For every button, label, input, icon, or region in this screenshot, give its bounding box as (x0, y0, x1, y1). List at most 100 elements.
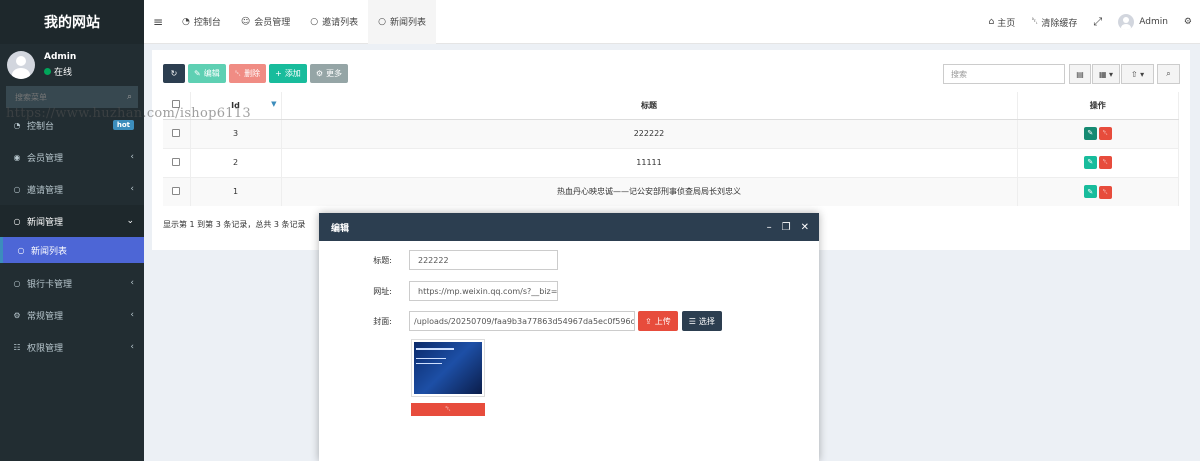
watermark-text: https://www.huzhan.com/ishop6113 (6, 106, 251, 121)
edit-button[interactable]: ✎ 编辑 (188, 64, 226, 83)
sidebar-item-news[interactable]: ○ 新闻管理 ⌄ (0, 205, 144, 237)
sidebar-search-input[interactable] (15, 92, 105, 102)
top-navbar: ≡ ◔ 控制台 ☺ 会员管理 ○ 邀请列表 ○ 新闻列表 ⌂ 主页 ␡ 清除缓存 ⤢ Adm… (144, 0, 1200, 44)
maximize-icon[interactable]: ❐ (782, 222, 791, 233)
refresh-button[interactable]: ↻ (163, 64, 185, 83)
sidebar-item-bank-cards[interactable]: ○ 银行卡管理 ‹ (0, 267, 144, 299)
clear-cache-button[interactable]: ␡ 清除缓存 (1023, 16, 1085, 29)
tab-members[interactable]: ☺ 会员管理 (231, 0, 300, 44)
dashboard-icon: ◔ (13, 120, 21, 130)
row-edit-icon[interactable]: ✎ (1083, 185, 1097, 198)
settings-icon[interactable]: ⚙ (1176, 17, 1200, 27)
delete-button[interactable]: ␡ 删除 (228, 64, 267, 83)
sidebar-search[interactable]: ⌕ (6, 86, 138, 108)
row-id: 3 (190, 118, 282, 148)
row-checkbox[interactable] (172, 128, 181, 137)
row-edit-icon[interactable]: ✎ (1083, 155, 1097, 169)
search-icon[interactable]: ⌕ (127, 92, 132, 102)
user-name: Admin (44, 52, 77, 62)
trash-icon: ␡ (445, 405, 451, 413)
group-icon: ☷ (13, 342, 21, 352)
upload-button[interactable]: ⇪ 上传 (638, 311, 678, 331)
more-button[interactable]: ⚙ 更多 (309, 64, 348, 83)
dialog-title: 编辑 (331, 223, 350, 234)
chevron-left-icon: ‹ (130, 184, 134, 194)
sidebar-item-news-list[interactable]: ○ 新闻列表 (0, 237, 144, 263)
minimize-icon[interactable]: – (767, 222, 772, 233)
advanced-search-button[interactable]: ⌕ (1157, 64, 1180, 84)
tab-invites[interactable]: ○ 邀请列表 (300, 0, 368, 44)
table-row[interactable]: 2 11111 ✎ ␡ (163, 147, 1179, 177)
cover-input[interactable]: /uploads/20250709/faa9b3a77863d54967da5e… (409, 311, 635, 331)
circle-icon: ○ (310, 16, 319, 27)
trash-icon: ␡ (1031, 17, 1039, 27)
row-delete-icon[interactable]: ␡ (1098, 185, 1112, 199)
sidebar-item-invites[interactable]: ○ 邀请管理 ‹ (0, 173, 144, 205)
form-row-url: 网址: https://mp.weixin.qq.com/s?__biz=M (319, 281, 558, 301)
chevron-left-icon: ‹ (130, 152, 134, 162)
home-link[interactable]: ⌂ 主页 (980, 16, 1023, 29)
hot-badge: hot (112, 120, 134, 130)
pencil-icon: ✎ (194, 69, 201, 78)
sidebar: 我的网站 Admin 在线 ⌕ ◔ 控制台 hot ◉ 会员管理 ‹ ○ 邀请管… (0, 0, 144, 461)
row-delete-icon[interactable]: ␡ (1098, 127, 1112, 141)
avatar (7, 51, 35, 79)
sidebar-item-permissions[interactable]: ☷ 权限管理 ‹ (0, 331, 144, 363)
admin-menu[interactable]: Admin (1110, 14, 1176, 30)
avatar (1118, 14, 1135, 30)
row-checkbox[interactable] (172, 157, 181, 166)
table-row[interactable]: 3 222222 ✎ ␡ (163, 118, 1179, 148)
table-icon: ▤ (1076, 69, 1084, 79)
add-button[interactable]: + 添加 (269, 64, 307, 83)
url-input[interactable]: https://mp.weixin.qq.com/s?__biz=M (409, 281, 558, 301)
circle-icon: ○ (17, 245, 25, 255)
cover-thumbnail[interactable] (411, 339, 485, 397)
export-button[interactable]: ⇧ ▾ (1121, 64, 1154, 84)
tab-news-list[interactable]: ○ 新闻列表 (368, 0, 437, 44)
title-input[interactable]: 222222 (409, 250, 558, 270)
pagination-info: 显示第 1 到第 3 条记录，总共 3 条记录 (163, 220, 306, 229)
home-icon: ⌂ (988, 17, 995, 27)
row-title: 11111 (281, 147, 1018, 177)
table-search-input[interactable]: 搜索 (943, 64, 1065, 84)
dashboard-icon: ◔ (182, 16, 190, 27)
user-panel: Admin 在线 (0, 44, 144, 86)
trash-icon: ␡ (234, 68, 242, 78)
search-icon: ⌕ (1166, 69, 1171, 78)
grid-icon: ▦ ▾ (1098, 69, 1114, 79)
toolbar: ↻ ✎ 编辑 ␡ 删除 + 添加 ⚙ 更多 (163, 64, 351, 83)
table-row[interactable]: 1 热血丹心映忠诚——记公安部刑事侦查局局长刘忠义 ✎ ␡ (163, 176, 1179, 206)
plus-icon: + (275, 69, 282, 78)
form-row-title: 标题: 222222 (319, 250, 558, 270)
row-delete-icon[interactable]: ␡ (1098, 156, 1112, 170)
menu-toggle-icon[interactable]: ≡ (144, 15, 172, 29)
circle-icon: ○ (13, 184, 21, 194)
toggle-view-button[interactable]: ▤ (1069, 64, 1091, 84)
online-dot-icon (44, 68, 51, 75)
fullscreen-icon[interactable]: ⤢ (1085, 15, 1110, 29)
edit-dialog: 编辑 – ❐ ✕ 标题: 222222 网址: https://mp.weixi… (319, 213, 819, 461)
url-label: 网址: (373, 286, 392, 296)
chevron-left-icon: ‹ (130, 310, 134, 320)
close-icon[interactable]: ✕ (801, 222, 809, 233)
cogs-icon: ⚙ (13, 310, 21, 320)
cover-image (414, 342, 482, 394)
column-header-title: 标题 (281, 92, 1018, 120)
columns-button[interactable]: ▦ ▾ (1092, 64, 1120, 84)
sidebar-item-general[interactable]: ⚙ 常规管理 ‹ (0, 299, 144, 331)
sidebar-item-members[interactable]: ◉ 会员管理 ‹ (0, 141, 144, 173)
remove-cover-button[interactable]: ␡ (411, 403, 485, 416)
dialog-header[interactable]: 编辑 – ❐ ✕ (319, 213, 819, 241)
row-id: 2 (190, 147, 282, 177)
user-circle-icon: ◉ (13, 152, 21, 162)
tab-dashboard[interactable]: ◔ 控制台 (172, 0, 231, 44)
chevron-down-icon: ⌄ (126, 216, 134, 226)
row-checkbox[interactable] (172, 186, 181, 195)
list-icon: ☰ (688, 316, 696, 326)
select-button[interactable]: ☰ 选择 (681, 311, 722, 331)
row-edit-icon[interactable]: ✎ (1083, 126, 1097, 140)
brand-logo[interactable]: 我的网站 (0, 0, 144, 44)
chevron-left-icon: ‹ (130, 342, 134, 352)
cog-icon: ⚙ (315, 69, 323, 78)
column-header-ops: 操作 (1017, 92, 1179, 120)
